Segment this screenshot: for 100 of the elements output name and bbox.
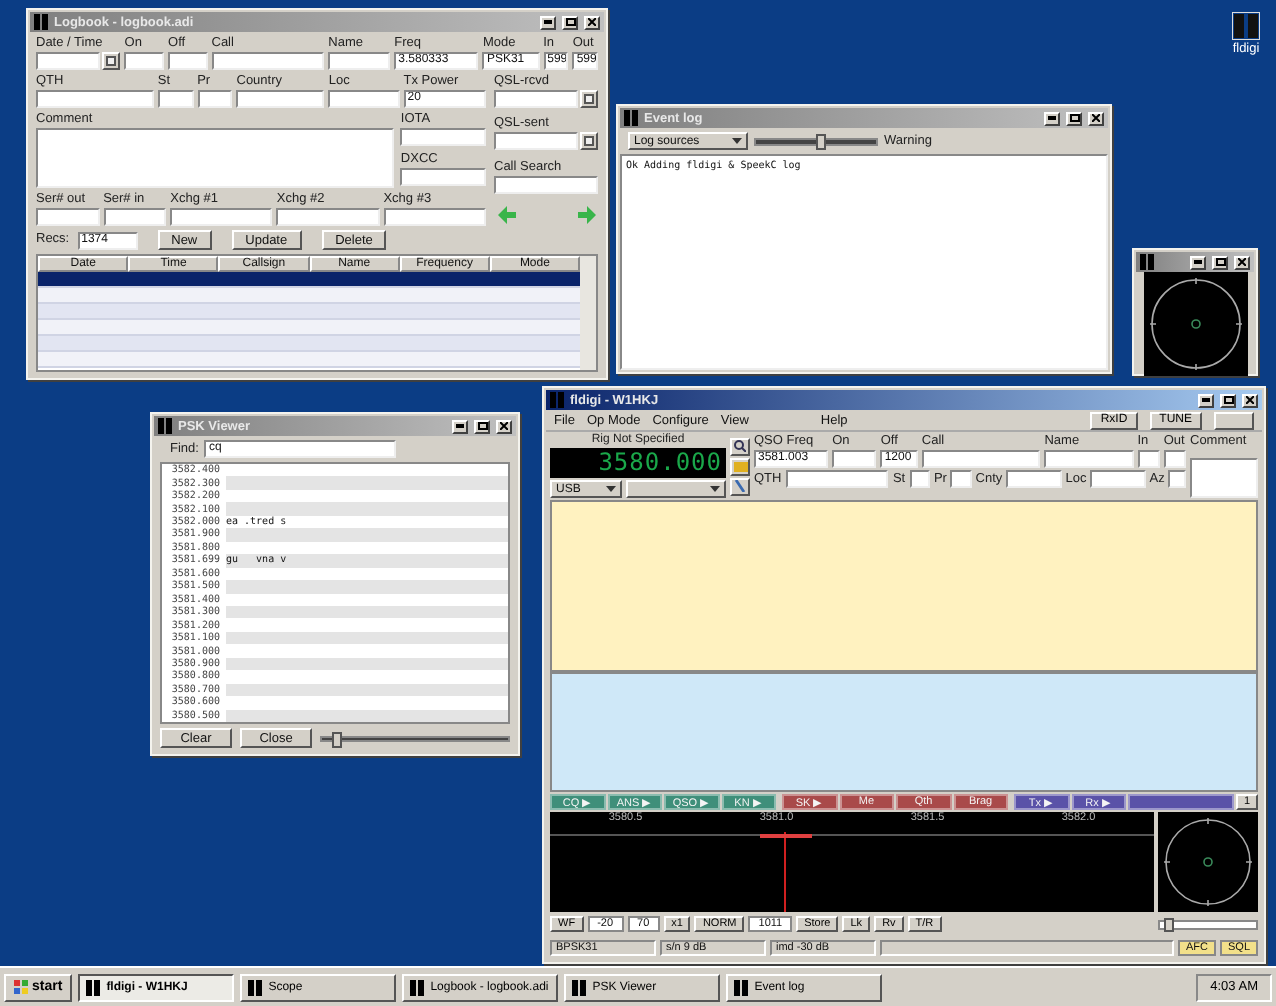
text-field[interactable]: [1006, 470, 1062, 488]
date-picker-button[interactable]: [102, 52, 121, 70]
app-icon: [572, 979, 587, 995]
transmit-pane[interactable]: [550, 672, 1258, 792]
text-field[interactable]: [909, 470, 930, 488]
right-arrow-icon: [577, 206, 595, 225]
bandwidth-dropdown[interactable]: [626, 480, 726, 498]
macro-button[interactable]: [1128, 794, 1234, 810]
text-field[interactable]: [1090, 470, 1146, 488]
maximize-icon: [1215, 258, 1225, 266]
slider-thumb[interactable]: [1164, 917, 1175, 931]
text-field[interactable]: [236, 90, 325, 108]
date-picker-button[interactable]: [580, 132, 598, 151]
text-field[interactable]: [124, 52, 165, 70]
text-field[interactable]: [785, 470, 889, 488]
text-field[interactable]: [1168, 470, 1187, 488]
maximize-button[interactable]: [1066, 111, 1082, 125]
table-row[interactable]: [38, 272, 580, 288]
text-field[interactable]: [494, 132, 578, 151]
text-field[interactable]: [494, 90, 578, 108]
text-field[interactable]: [168, 52, 208, 70]
close-icon: [1238, 258, 1246, 266]
text-field[interactable]: [400, 128, 486, 146]
folder-icon: [733, 460, 747, 472]
slider-thumb[interactable]: [816, 133, 826, 149]
maximize-icon: [565, 18, 575, 26]
minimize-icon: [1202, 398, 1210, 402]
close-button[interactable]: [496, 419, 512, 433]
calendar-icon: [584, 136, 594, 147]
maximize-icon: [1223, 396, 1233, 404]
app-icon: [624, 110, 638, 126]
date-picker-button[interactable]: [580, 90, 598, 108]
left-arrow-icon: [497, 206, 515, 225]
folder-button[interactable]: [730, 457, 750, 475]
text-field[interactable]: [36, 208, 100, 226]
close-icon: [1092, 114, 1100, 122]
minimize-icon: [1194, 260, 1202, 264]
minimize-button[interactable]: [1198, 393, 1214, 407]
maximize-button[interactable]: [562, 15, 578, 29]
windows-logo-icon: [14, 980, 28, 994]
text-field[interactable]: [328, 90, 400, 108]
scope-display-drawing: [1158, 812, 1258, 912]
text-field[interactable]: [1137, 450, 1160, 468]
minimize-button[interactable]: [540, 15, 556, 29]
app-icon[interactable]: [1232, 12, 1260, 40]
close-button[interactable]: [584, 15, 600, 29]
text-field[interactable]: [197, 90, 233, 108]
scrollbar[interactable]: [580, 256, 596, 370]
close-icon: [1246, 396, 1254, 404]
maximize-button[interactable]: [1212, 255, 1228, 269]
text-field[interactable]: [36, 90, 154, 108]
minimize-icon: [544, 20, 552, 24]
text-field[interactable]: [170, 208, 273, 226]
minimize-icon: [1048, 116, 1056, 120]
app-icon: [550, 392, 564, 408]
slider-thumb[interactable]: [331, 731, 342, 747]
text-field[interactable]: [400, 167, 486, 185]
search-button[interactable]: [730, 437, 750, 455]
close-button[interactable]: [1088, 111, 1104, 125]
tuning-cursor[interactable]: [759, 832, 812, 912]
app-icon: [34, 14, 48, 30]
maximize-button[interactable]: [474, 419, 490, 433]
frequency-display[interactable]: 3580.000: [550, 448, 726, 478]
text-field[interactable]: [103, 208, 167, 226]
app-icon: [248, 979, 263, 995]
text-field[interactable]: [921, 450, 1041, 468]
text-field[interactable]: [157, 90, 194, 108]
close-button[interactable]: [1234, 255, 1250, 269]
app-icon: [410, 979, 425, 995]
dropdown-arrow-icon: [606, 486, 616, 492]
minimize-icon: [456, 424, 464, 428]
close-icon: [588, 18, 596, 26]
close-button[interactable]: [1242, 393, 1258, 407]
app-icon: [1140, 254, 1154, 270]
text-field[interactable]: [832, 450, 877, 468]
text-field[interactable]: [1163, 450, 1186, 468]
scope-display-drawing: [1143, 272, 1247, 376]
comment-field[interactable]: [36, 128, 395, 188]
toggle-button[interactable]: [1214, 411, 1254, 429]
text-field[interactable]: [950, 470, 972, 488]
text-field[interactable]: [494, 175, 598, 194]
minimize-button[interactable]: [452, 419, 468, 433]
text-field[interactable]: [383, 208, 487, 226]
maximize-icon: [1069, 114, 1079, 122]
text-field[interactable]: [1044, 450, 1134, 468]
calendar-icon: [106, 56, 117, 66]
app-icon: [734, 979, 749, 995]
minimize-button[interactable]: [1190, 255, 1206, 269]
text-field[interactable]: [328, 52, 391, 70]
app-icon: [158, 418, 172, 434]
clear-button[interactable]: [730, 477, 750, 495]
dropdown-arrow-icon: [710, 486, 720, 492]
text-field[interactable]: [36, 52, 101, 70]
search-icon: [734, 440, 746, 452]
text-field[interactable]: [211, 52, 325, 70]
maximize-button[interactable]: [1220, 393, 1236, 407]
comment-field[interactable]: [1190, 458, 1258, 498]
text-field[interactable]: [276, 208, 380, 226]
minimize-button[interactable]: [1044, 111, 1060, 125]
app-icon: [86, 979, 101, 995]
